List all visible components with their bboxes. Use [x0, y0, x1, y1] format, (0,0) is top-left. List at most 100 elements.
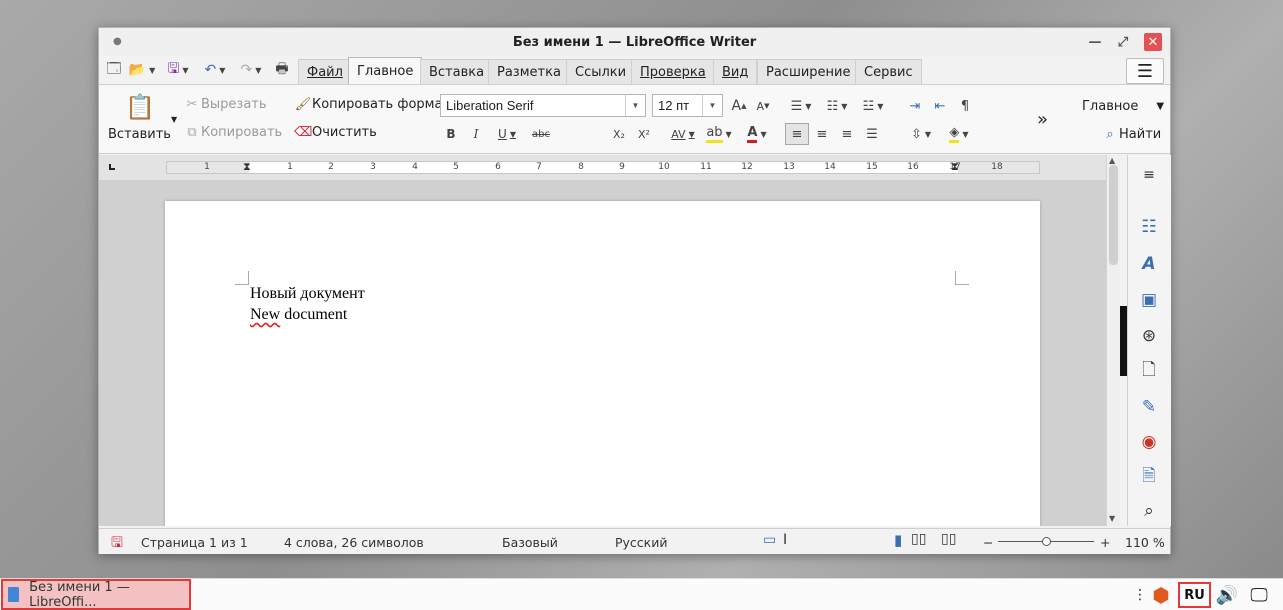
- word-count-status[interactable]: 4 слова, 26 символов: [284, 535, 424, 550]
- underline-button[interactable]: U ▼: [489, 123, 525, 145]
- multi-page-view-icon[interactable]: ▯▯: [911, 531, 926, 547]
- style-inspector-icon[interactable]: ✎: [1137, 395, 1161, 419]
- superscript-button[interactable]: X²: [632, 123, 656, 145]
- left-indent-marker[interactable]: ⧗: [243, 160, 251, 174]
- copy-button[interactable]: ⧉ Копировать: [183, 125, 282, 140]
- align-center-button[interactable]: ≡: [810, 123, 834, 145]
- language-status[interactable]: Русский: [615, 535, 667, 550]
- sidebar-collapse-handle[interactable]: [1120, 306, 1127, 376]
- zoom-slider-knob[interactable]: [1042, 537, 1051, 546]
- paste-button[interactable]: Вставить: [108, 127, 171, 142]
- close-icon[interactable]: ✕: [1144, 33, 1162, 51]
- subscript-button[interactable]: X₂: [607, 123, 631, 145]
- page-style-status[interactable]: Базовый: [502, 535, 558, 550]
- chevron-down-icon[interactable]: ▼: [625, 95, 645, 116]
- font-size-combo[interactable]: 12 пт ▼: [652, 94, 723, 117]
- paragraph-style-dropdown[interactable]: Главное ▼: [1082, 99, 1164, 114]
- volume-icon[interactable]: 🔊: [1214, 582, 1240, 608]
- zoom-level-status[interactable]: 110 %: [1125, 535, 1165, 550]
- package-updates-icon[interactable]: ⬢: [1148, 582, 1174, 608]
- taskbar-item-writer[interactable]: Без имени 1 — LibreOffi...: [1, 579, 191, 610]
- tab-insert[interactable]: Вставка: [420, 59, 494, 84]
- document-text-line[interactable]: New document: [250, 306, 347, 324]
- zoom-in-button[interactable]: +: [1100, 535, 1110, 550]
- page-number-status[interactable]: Страница 1 из 1: [141, 535, 248, 550]
- selection-mode-icon[interactable]: ▭: [763, 532, 776, 548]
- paste-dropdown-icon[interactable]: ▼: [171, 115, 177, 124]
- scrollbar-thumb[interactable]: [1109, 165, 1118, 265]
- clear-formatting-button[interactable]: ⌫ Очистить: [294, 125, 377, 140]
- clone-format-button[interactable]: 🖌 Копировать формат: [294, 97, 450, 112]
- decrease-indent-button[interactable]: ⇤: [928, 95, 952, 117]
- tray-overflow-icon[interactable]: ⋮: [1133, 582, 1147, 608]
- save-icon[interactable]: 🖫 ▼: [162, 60, 194, 80]
- cut-button[interactable]: ✂ Вырезать: [183, 97, 267, 112]
- document-text-line[interactable]: Новый документ: [250, 285, 365, 303]
- grow-font-button[interactable]: A ▲: [727, 95, 751, 117]
- increase-indent-button[interactable]: ⇥: [903, 95, 927, 117]
- tab-tools[interactable]: Сервис: [855, 59, 922, 84]
- shrink-font-button[interactable]: A ▼: [751, 95, 775, 117]
- zoom-out-button[interactable]: −: [983, 535, 993, 550]
- character-spacing-button[interactable]: AV ▼: [665, 123, 701, 145]
- bullet-list-button[interactable]: ☰ ▼: [783, 95, 819, 117]
- restore-icon[interactable]: ⤢: [1114, 33, 1132, 51]
- manage-changes-icon[interactable]: ◉: [1137, 430, 1161, 454]
- align-left-button[interactable]: ≡: [785, 123, 809, 145]
- sidebar-menu-icon[interactable]: ≡: [1137, 163, 1161, 187]
- bold-button[interactable]: B: [439, 123, 463, 145]
- page-icon[interactable]: 🗋: [1137, 359, 1161, 383]
- tab-extension[interactable]: Расширение: [757, 59, 860, 84]
- document-modified-icon[interactable]: 🖫: [111, 532, 123, 556]
- formatting-marks-button[interactable]: ¶: [953, 95, 977, 117]
- title-bar[interactable]: ● Без имени 1 — LibreOffice Writer — ⤢ ✕: [99, 28, 1170, 56]
- tab-home[interactable]: Главное: [348, 57, 423, 84]
- find-button[interactable]: ⌕ Найти: [1101, 127, 1161, 142]
- find-replace-icon[interactable]: ⌕: [1137, 499, 1161, 523]
- tab-review[interactable]: Проверка: [631, 59, 715, 84]
- styles-icon[interactable]: A: [1137, 252, 1161, 276]
- scroll-down-icon[interactable]: ▼: [1109, 514, 1115, 523]
- redo-icon[interactable]: ↷ ▼: [235, 60, 267, 80]
- new-document-icon[interactable]: 🗔: [105, 60, 123, 80]
- insert-mode-icon[interactable]: I: [783, 532, 787, 548]
- tab-stop-selector[interactable]: [109, 164, 115, 170]
- chevron-down-icon[interactable]: ▼: [702, 95, 722, 116]
- print-icon[interactable]: 🖶: [272, 60, 292, 80]
- horizontal-ruler[interactable]: 1 1 2 3 4 5 6 7 8 9 10 11 12 13 14 15 16…: [166, 161, 1040, 174]
- strikethrough-button[interactable]: abc: [527, 123, 555, 145]
- open-icon[interactable]: 📂 ▼: [126, 60, 158, 80]
- undo-icon[interactable]: ↶ ▼: [199, 60, 231, 80]
- network-display-icon[interactable]: 🖵: [1244, 582, 1274, 608]
- font-color-button[interactable]: A ▼: [739, 123, 775, 145]
- paragraph-background-button[interactable]: ◈ ▼: [941, 123, 977, 145]
- properties-icon[interactable]: ☷: [1137, 215, 1161, 239]
- tab-references[interactable]: Ссылки: [566, 59, 636, 84]
- align-right-button[interactable]: ≡: [835, 123, 859, 145]
- minimize-icon[interactable]: —: [1086, 33, 1104, 51]
- window-menu-icon[interactable]: ●: [113, 36, 122, 47]
- right-indent-marker[interactable]: ⧗: [951, 160, 959, 174]
- book-view-icon[interactable]: ▯▯: [941, 531, 956, 547]
- line-spacing-button[interactable]: ⇳ ▼: [903, 123, 939, 145]
- single-page-view-icon[interactable]: ▮: [894, 531, 902, 549]
- italic-button[interactable]: I: [464, 123, 488, 145]
- tab-view[interactable]: Вид: [713, 59, 758, 84]
- design-icon[interactable]: 🗎: [1137, 465, 1161, 489]
- numbered-list-button[interactable]: ☷ ▼: [819, 95, 855, 117]
- keyboard-layout-indicator[interactable]: RU: [1178, 582, 1211, 608]
- align-justify-button[interactable]: ☰: [860, 123, 884, 145]
- page[interactable]: Новый документ New document: [165, 201, 1040, 526]
- more-options-icon[interactable]: »: [1037, 109, 1048, 130]
- gallery-icon[interactable]: ▣: [1137, 288, 1161, 312]
- font-name-combo[interactable]: Liberation Serif ▼: [440, 94, 646, 117]
- vertical-scrollbar[interactable]: ▲ ▼: [1106, 155, 1120, 526]
- scroll-up-icon[interactable]: ▲: [1109, 156, 1115, 165]
- tab-file[interactable]: Файл: [298, 59, 352, 84]
- highlight-color-button[interactable]: ab ▼: [701, 123, 737, 145]
- tab-layout[interactable]: Разметка: [488, 59, 570, 84]
- navigator-icon[interactable]: ⊛: [1137, 324, 1161, 348]
- outline-list-button[interactable]: ☳ ▼: [855, 95, 891, 117]
- paste-icon[interactable]: 📋: [125, 93, 155, 121]
- menu-icon[interactable]: ☰: [1126, 58, 1164, 84]
